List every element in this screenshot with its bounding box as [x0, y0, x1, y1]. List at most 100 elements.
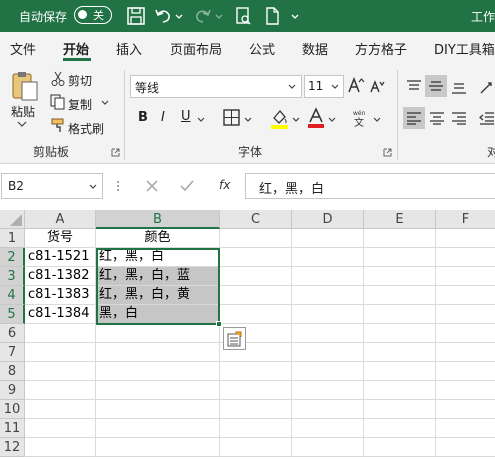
- resize-handle-icon[interactable]: [115, 179, 121, 193]
- column-header-b[interactable]: B: [96, 210, 220, 229]
- cell-d12[interactable]: [292, 438, 364, 457]
- row-header-10[interactable]: 10: [0, 400, 25, 419]
- cell-c11[interactable]: [220, 419, 292, 438]
- cell-a12[interactable]: [25, 438, 96, 457]
- cell-d6[interactable]: [292, 324, 364, 343]
- tab-home[interactable]: 开始: [63, 39, 89, 58]
- name-box[interactable]: B2: [1, 173, 103, 199]
- format-painter-button[interactable]: 格式刷: [68, 120, 104, 137]
- cell-f6[interactable]: [436, 324, 495, 343]
- cell-b8[interactable]: [96, 362, 220, 381]
- copy-dropdown-icon[interactable]: [100, 99, 110, 107]
- copy-button[interactable]: 复制: [68, 96, 92, 113]
- fill-color-dropdown-icon[interactable]: [291, 116, 301, 124]
- customize-toolbar-icon[interactable]: [290, 6, 300, 26]
- orientation-icon[interactable]: [479, 79, 495, 95]
- cell-f4[interactable]: [436, 286, 495, 305]
- undo-dropdown-icon[interactable]: [174, 6, 184, 26]
- cell-b1[interactable]: 颜色: [96, 229, 220, 248]
- underline-dropdown-icon[interactable]: [196, 116, 206, 124]
- quick-analysis-button[interactable]: [223, 327, 246, 350]
- tab-data[interactable]: 数据: [302, 39, 328, 58]
- select-all-corner[interactable]: [0, 210, 25, 229]
- cell-e7[interactable]: [364, 343, 436, 362]
- cell-d4[interactable]: [292, 286, 364, 305]
- align-bottom-icon[interactable]: [451, 81, 467, 95]
- fill-handle[interactable]: [216, 321, 222, 327]
- row-header-3[interactable]: 3: [0, 267, 25, 286]
- column-header-a[interactable]: A: [25, 210, 96, 229]
- align-right-icon[interactable]: [451, 111, 467, 125]
- cell-f8[interactable]: [436, 362, 495, 381]
- cell-a1[interactable]: 货号: [25, 229, 96, 248]
- enter-icon[interactable]: [180, 180, 194, 192]
- column-header-f[interactable]: F: [436, 210, 495, 229]
- cell-b6[interactable]: [96, 324, 220, 343]
- align-left-button[interactable]: [403, 107, 425, 129]
- borders-icon[interactable]: [223, 109, 240, 126]
- cell-f1[interactable]: [436, 229, 495, 248]
- cell-e8[interactable]: [364, 362, 436, 381]
- redo-icon[interactable]: [193, 6, 213, 26]
- cell-c2[interactable]: [220, 248, 292, 267]
- cell-c8[interactable]: [220, 362, 292, 381]
- decrease-indent-icon[interactable]: [479, 111, 495, 125]
- cell-d10[interactable]: [292, 400, 364, 419]
- font-color-dropdown-icon[interactable]: [327, 116, 337, 124]
- insert-function-button[interactable]: fx: [219, 178, 230, 192]
- cut-button[interactable]: 剪切: [68, 72, 92, 89]
- cell-e5[interactable]: [364, 305, 436, 324]
- cell-f3[interactable]: [436, 267, 495, 286]
- tab-insert[interactable]: 插入: [116, 39, 142, 58]
- tab-file[interactable]: 文件: [10, 39, 36, 58]
- bold-button[interactable]: B: [138, 110, 148, 125]
- cell-c3[interactable]: [220, 267, 292, 286]
- row-header-1[interactable]: 1: [0, 229, 25, 248]
- redo-dropdown-icon[interactable]: [214, 6, 224, 26]
- cell-f9[interactable]: [436, 381, 495, 400]
- cell-e4[interactable]: [364, 286, 436, 305]
- cell-c4[interactable]: [220, 286, 292, 305]
- cell-b10[interactable]: [96, 400, 220, 419]
- tab-formulas[interactable]: 公式: [249, 39, 275, 58]
- cell-a7[interactable]: [25, 343, 96, 362]
- clipboard-launcher-icon[interactable]: [111, 148, 120, 157]
- tab-diy-toolbox[interactable]: DIY工具箱: [434, 39, 495, 58]
- cell-a3[interactable]: c81-1382: [25, 267, 96, 286]
- cell-f2[interactable]: [436, 248, 495, 267]
- cell-f11[interactable]: [436, 419, 495, 438]
- cell-c5[interactable]: [220, 305, 292, 324]
- cell-d2[interactable]: [292, 248, 364, 267]
- paste-icon[interactable]: [10, 70, 40, 102]
- row-header-9[interactable]: 9: [0, 381, 25, 400]
- italic-button[interactable]: I: [161, 110, 165, 125]
- borders-dropdown-icon[interactable]: [243, 116, 253, 124]
- row-header-12[interactable]: 12: [0, 438, 25, 457]
- cell-d7[interactable]: [292, 343, 364, 362]
- font-launcher-icon[interactable]: [383, 148, 392, 157]
- cell-b9[interactable]: [96, 381, 220, 400]
- cell-d11[interactable]: [292, 419, 364, 438]
- cell-a6[interactable]: [25, 324, 96, 343]
- cell-f7[interactable]: [436, 343, 495, 362]
- cell-d8[interactable]: [292, 362, 364, 381]
- cell-d1[interactable]: [292, 229, 364, 248]
- cell-d3[interactable]: [292, 267, 364, 286]
- decrease-font-size-icon[interactable]: [369, 78, 385, 94]
- cell-d9[interactable]: [292, 381, 364, 400]
- phonetic-guide-icon[interactable]: wén文: [351, 108, 369, 128]
- cell-a8[interactable]: [25, 362, 96, 381]
- row-header-5[interactable]: 5: [0, 305, 25, 324]
- cell-f12[interactable]: [436, 438, 495, 457]
- underline-button[interactable]: U: [181, 109, 191, 124]
- row-header-4[interactable]: 4: [0, 286, 25, 305]
- cell-f10[interactable]: [436, 400, 495, 419]
- align-center-icon[interactable]: [429, 111, 445, 125]
- column-header-e[interactable]: E: [364, 210, 436, 229]
- cell-c9[interactable]: [220, 381, 292, 400]
- cell-e12[interactable]: [364, 438, 436, 457]
- cell-f5[interactable]: [436, 305, 495, 324]
- row-header-7[interactable]: 7: [0, 343, 25, 362]
- cell-b11[interactable]: [96, 419, 220, 438]
- undo-icon[interactable]: [153, 6, 173, 26]
